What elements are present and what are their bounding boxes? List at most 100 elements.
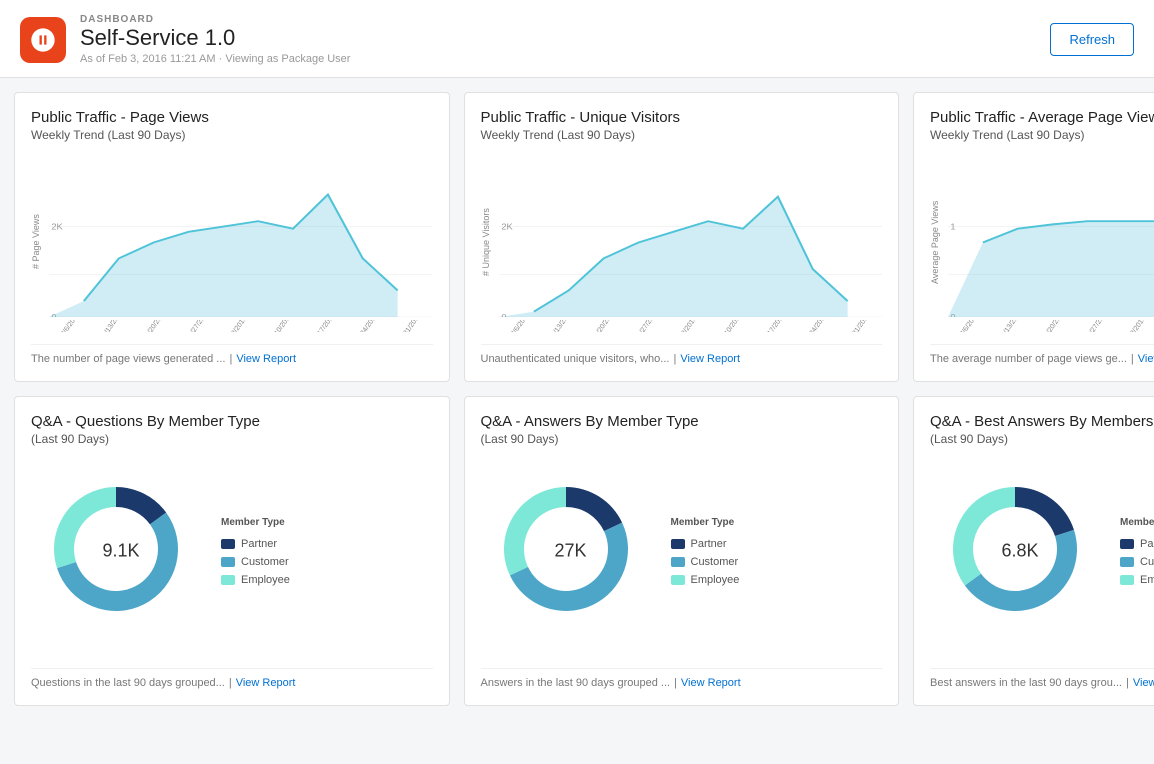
legend-item-employee: Employee — [1120, 574, 1154, 586]
card-footer-page-views: The number of page views generated ... |… — [31, 344, 433, 365]
legend-item-customer: Customer — [221, 556, 290, 568]
view-report-link-best-answers-by-member[interactable]: View Report — [1133, 677, 1154, 689]
card-footer-best-answers-by-member: Best answers in the last 90 days grou...… — [930, 668, 1154, 689]
y-axis-label-page-views: # Page Views — [31, 152, 49, 332]
legend-label-partner: Partner — [1140, 538, 1154, 550]
legend-color-customer — [671, 557, 685, 567]
footer-text-questions-by-member: Questions in the last 90 days grouped... — [31, 677, 225, 689]
legend-color-partner — [1120, 539, 1134, 549]
legend-color-partner — [221, 539, 235, 549]
card-footer-avg-page-views: The average number of page views ge... |… — [930, 344, 1154, 365]
svg-text:2K: 2K — [51, 222, 62, 232]
line-chart-unique-visitors: # Unique Visitors 2K 0 — [481, 152, 883, 336]
legend-item-customer: Customer — [1120, 556, 1154, 568]
donut-svg-wrap-questions-by-member: 9.1K — [31, 466, 211, 636]
svg-text:2K: 2K — [501, 222, 512, 232]
card-title-page-views: Public Traffic - Page Views — [31, 109, 433, 126]
x-labels-avg-page-views: 12/6/201..ate12/13/20..01512/20/20..0151… — [948, 320, 1154, 332]
card-answers-by-member: Q&A - Answers By Member Type (Last 90 Da… — [464, 396, 900, 706]
card-footer-unique-visitors: Unauthenticated unique visitors, who... … — [481, 344, 883, 365]
card-subtitle-unique-visitors: Weekly Trend (Last 90 Days) — [481, 128, 883, 142]
view-report-link-questions-by-member[interactable]: View Report — [236, 677, 296, 689]
legend-color-customer — [221, 557, 235, 567]
footer-text-avg-page-views: The average number of page views ge... — [930, 353, 1127, 365]
donut-center-value-answers-by-member: 27K — [554, 541, 586, 562]
legend-item-partner: Partner — [671, 538, 740, 550]
refresh-button[interactable]: Refresh — [1050, 23, 1134, 56]
donut-svg-wrap-best-answers-by-member: 6.8K — [930, 466, 1110, 636]
legend-title-answers-by-member: Member Type — [671, 517, 740, 528]
card-subtitle-avg-page-views: Weekly Trend (Last 90 Days) — [930, 128, 1154, 142]
legend-color-employee — [1120, 575, 1134, 585]
view-report-link-page-views[interactable]: View Report — [236, 353, 296, 365]
footer-text-best-answers-by-member: Best answers in the last 90 days grou... — [930, 677, 1122, 689]
svg-text:1: 1 — [950, 222, 955, 232]
card-title-unique-visitors: Public Traffic - Unique Visitors — [481, 109, 883, 126]
card-page-views: Public Traffic - Page Views Weekly Trend… — [14, 92, 450, 382]
line-chart-page-views: # Page Views 2K 0 — [31, 152, 433, 336]
footer-text-page-views: The number of page views generated ... — [31, 353, 225, 365]
legend-item-customer: Customer — [671, 556, 740, 568]
legend-color-customer — [1120, 557, 1134, 567]
header: DASHBOARD Self-Service 1.0 As of Feb 3, … — [0, 0, 1154, 78]
view-report-link-answers-by-member[interactable]: View Report — [681, 677, 741, 689]
card-avg-page-views: Public Traffic - Average Page Views ... … — [913, 92, 1154, 382]
header-left: DASHBOARD Self-Service 1.0 As of Feb 3, … — [20, 14, 350, 65]
card-title-best-answers-by-member: Q&A - Best Answers By Members — [930, 413, 1154, 430]
legend-label-partner: Partner — [241, 538, 277, 550]
footer-text-answers-by-member: Answers in the last 90 days grouped ... — [481, 677, 671, 689]
dashboard-label: DASHBOARD — [80, 14, 350, 25]
donut-center-value-best-answers-by-member: 6.8K — [1001, 541, 1038, 562]
view-report-link-avg-page-views[interactable]: View Report — [1138, 353, 1154, 365]
y-axis-label-unique-visitors: # Unique Visitors — [481, 152, 499, 332]
card-title-questions-by-member: Q&A - Questions By Member Type — [31, 413, 433, 430]
card-questions-by-member: Q&A - Questions By Member Type (Last 90 … — [14, 396, 450, 706]
card-subtitle-questions-by-member: (Last 90 Days) — [31, 432, 433, 446]
donut-center-value-questions-by-member: 9.1K — [102, 541, 139, 562]
app-logo — [20, 17, 66, 63]
card-footer-answers-by-member: Answers in the last 90 days grouped ... … — [481, 668, 883, 689]
legend-label-customer: Customer — [691, 556, 739, 568]
header-titles: DASHBOARD Self-Service 1.0 As of Feb 3, … — [80, 14, 350, 65]
card-subtitle-best-answers-by-member: (Last 90 Days) — [930, 432, 1154, 446]
card-subtitle-answers-by-member: (Last 90 Days) — [481, 432, 883, 446]
legend-item-partner: Partner — [221, 538, 290, 550]
logo-icon — [29, 26, 57, 54]
y-axis-label-avg-page-views: Average Page Views — [930, 152, 948, 332]
legend-answers-by-member: Member Type Partner Customer Employee — [671, 517, 740, 586]
legend-label-employee: Employee — [241, 574, 290, 586]
legend-label-customer: Customer — [1140, 556, 1154, 568]
dashboard-title: Self-Service 1.0 — [80, 25, 350, 51]
line-svg-avg-page-views: 1 0 — [948, 152, 1154, 317]
legend-title-questions-by-member: Member Type — [221, 517, 290, 528]
dashboard-grid: Public Traffic - Page Views Weekly Trend… — [0, 78, 1154, 720]
legend-color-employee — [671, 575, 685, 585]
card-unique-visitors: Public Traffic - Unique Visitors Weekly … — [464, 92, 900, 382]
legend-label-partner: Partner — [691, 538, 727, 550]
legend-item-partner: Partner — [1120, 538, 1154, 550]
view-report-link-unique-visitors[interactable]: View Report — [680, 353, 740, 365]
footer-text-unique-visitors: Unauthenticated unique visitors, who... — [481, 353, 670, 365]
donut-chart-questions-by-member: 9.1K Member Type Partner Customer Employ… — [31, 456, 433, 660]
legend-label-employee: Employee — [1140, 574, 1154, 586]
donut-chart-best-answers-by-member: 6.8K Member Type Partner Customer Employ… — [930, 456, 1154, 660]
line-chart-avg-page-views: Average Page Views 1 0 — [930, 152, 1154, 336]
legend-color-partner — [671, 539, 685, 549]
legend-item-employee: Employee — [671, 574, 740, 586]
line-svg-unique-visitors: 2K 0 — [499, 152, 883, 317]
line-svg-page-views: 2K 0 — [49, 152, 433, 317]
donut-chart-answers-by-member: 27K Member Type Partner Customer Employe… — [481, 456, 883, 660]
x-labels-unique-visitors: 12/6/201..ate12/13/20..01512/20/20..0151… — [499, 320, 883, 332]
card-subtitle-page-views: Weekly Trend (Last 90 Days) — [31, 128, 433, 142]
card-best-answers-by-member: Q&A - Best Answers By Members (Last 90 D… — [913, 396, 1154, 706]
legend-title-best-answers-by-member: Member Type — [1120, 517, 1154, 528]
legend-best-answers-by-member: Member Type Partner Customer Employee — [1120, 517, 1154, 586]
x-labels-page-views: 12/6/201..ate12/13/20..01512/20/20..0151… — [49, 320, 433, 332]
legend-color-employee — [221, 575, 235, 585]
legend-questions-by-member: Member Type Partner Customer Employee — [221, 517, 290, 586]
legend-item-employee: Employee — [221, 574, 290, 586]
dashboard-subtitle: As of Feb 3, 2016 11:21 AM · Viewing as … — [80, 53, 350, 65]
legend-label-customer: Customer — [241, 556, 289, 568]
donut-svg-wrap-answers-by-member: 27K — [481, 466, 661, 636]
card-footer-questions-by-member: Questions in the last 90 days grouped...… — [31, 668, 433, 689]
